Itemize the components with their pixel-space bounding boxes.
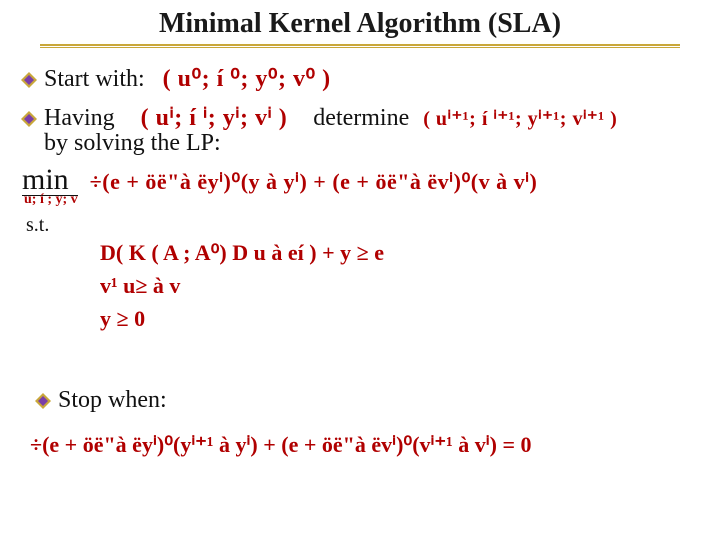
lp-block: min u; í ; y; v ÷(e + öë"à ëyⁱ)⁰(y à yⁱ)… xyxy=(22,165,700,237)
stop-label: Stop when: xyxy=(58,387,167,414)
determine-label: determine xyxy=(313,105,409,132)
slide-title: Minimal Kernel Algorithm (SLA) xyxy=(159,8,561,40)
objective-formula: ÷(e + öë"à ëyⁱ)⁰(y à yⁱ) + (e + öë"à ëvⁱ… xyxy=(90,169,538,195)
min-subscript: u; í ; y; v xyxy=(24,192,78,208)
start-formula: ( u⁰; í ⁰; y⁰; v⁰ ) xyxy=(163,64,331,93)
bullet-line-having: Having ( uⁱ; í ⁱ; yⁱ; vⁱ ) determine ( u… xyxy=(20,103,700,132)
st-label: s.t. xyxy=(26,214,700,237)
bullet-line-stop: Stop when: xyxy=(34,387,700,414)
by-solving-label: by solving the LP: xyxy=(44,130,700,157)
diamond-bullet-icon xyxy=(20,110,38,128)
having-label: Having xyxy=(44,105,115,132)
stop-formula: ÷(e + öë"à ëyⁱ)⁰(yⁱ⁺¹ à yⁱ) + (e + öë"à … xyxy=(30,432,700,458)
bullet-line-start: Start with: ( u⁰; í ⁰; y⁰; v⁰ ) xyxy=(20,64,700,93)
constraint-1: D( K ( A ; A⁰) D u à eí ) + y ≥ e xyxy=(100,236,384,269)
title-block: Minimal Kernel Algorithm (SLA) xyxy=(0,0,720,48)
constraint-3: y ≥ 0 xyxy=(100,302,384,335)
diamond-bullet-icon xyxy=(34,392,52,410)
content-area: Start with: ( u⁰; í ⁰; y⁰; v⁰ ) Having (… xyxy=(0,48,720,458)
diamond-bullet-icon xyxy=(20,71,38,89)
determine-formula: ( uⁱ⁺¹; í ⁱ⁺¹; yⁱ⁺¹; vⁱ⁺¹ ) xyxy=(423,106,617,131)
having-formula: ( uⁱ; í ⁱ; yⁱ; vⁱ ) xyxy=(141,103,288,132)
start-label: Start with: xyxy=(44,66,145,93)
constraint-2: v¹ u≥ à v xyxy=(100,269,384,302)
constraints-block: D( K ( A ; A⁰) D u à eí ) + y ≥ e v¹ u≥ … xyxy=(100,236,384,335)
